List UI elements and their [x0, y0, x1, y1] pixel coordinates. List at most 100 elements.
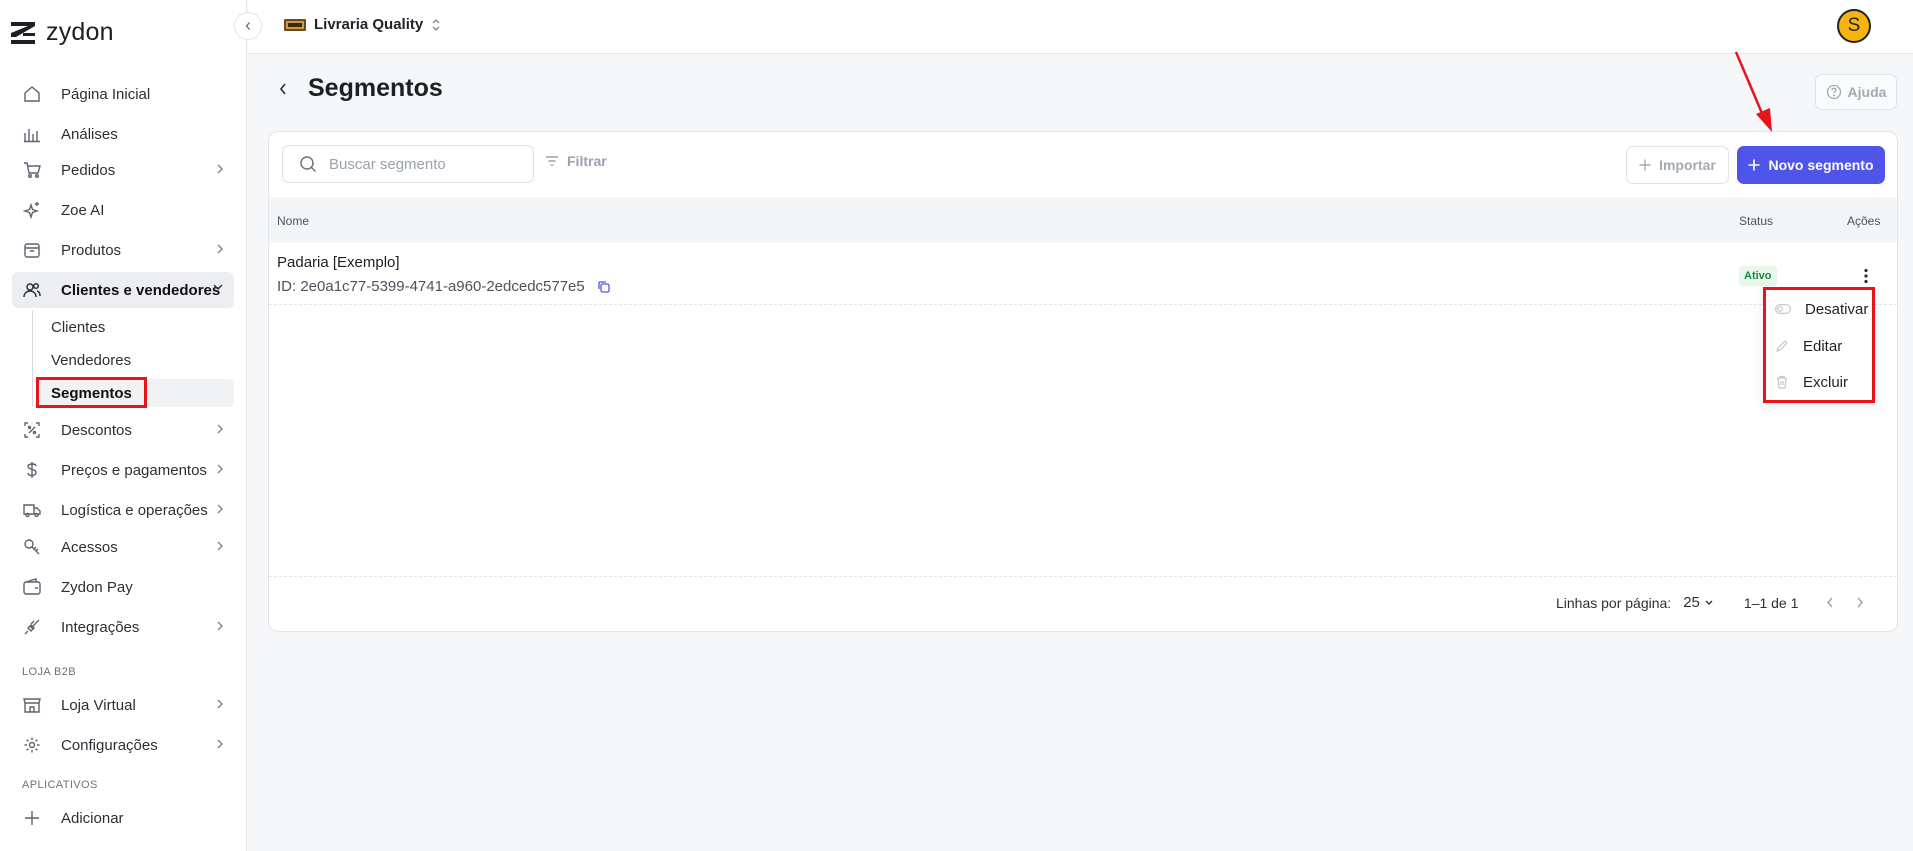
sidebar-item-label: Integrações: [61, 618, 140, 636]
search-input[interactable]: [329, 155, 519, 173]
chevron-left-icon: [245, 22, 250, 30]
sidebar-item-label: Configurações: [61, 736, 158, 754]
sidebar-item-clientes-e-vendedores[interactable]: Clientes e vendedores: [12, 272, 234, 308]
previous-page-button[interactable]: [1826, 596, 1834, 609]
chart-bars-icon: [22, 124, 42, 144]
sidebar-subitem-vendedores[interactable]: Vendedores: [36, 346, 234, 374]
wallet-icon: [22, 577, 42, 597]
section-label-loja-b2b: LOJA B2B: [22, 666, 76, 678]
collapse-sidebar-button[interactable]: [234, 12, 262, 40]
chevron-right-icon: [216, 540, 224, 552]
sidebar-item-adicionar[interactable]: Adicionar: [12, 800, 234, 836]
sidebar-item-pagina-inicial[interactable]: Página Inicial: [12, 76, 234, 112]
sidebar-item-configuracoes[interactable]: Configurações: [12, 727, 234, 763]
truck-icon: [22, 500, 42, 520]
chevron-right-icon: [1857, 597, 1864, 608]
sidebar-item-zydon-pay[interactable]: Zydon Pay: [12, 569, 234, 605]
row-actions-button[interactable]: [1859, 266, 1873, 286]
search-icon: [300, 156, 317, 173]
chevron-right-icon: [216, 698, 224, 710]
submenu-guide-line: [32, 310, 33, 406]
row-actions-menu: Desativar Editar Excluir: [1763, 287, 1875, 403]
column-header-actions: Ações: [1847, 214, 1881, 228]
sidebar-item-analises[interactable]: Análises: [12, 116, 234, 152]
pagination: Linhas por página: 25 1–1 de 1: [1556, 594, 1864, 611]
sidebar-item-precos-e-pagamentos[interactable]: Preços e pagamentos: [12, 452, 234, 488]
segment-id: ID: 2e0a1c77-5399-4741-a960-2edcedc577e5: [277, 278, 585, 295]
sidebar-item-produtos[interactable]: Produtos: [12, 232, 234, 268]
plus-icon: [1639, 159, 1651, 171]
sidebar-item-label: Adicionar: [61, 809, 124, 827]
app-name: zydon: [46, 18, 114, 46]
sidebar: zydon Página Inicial Análises Pedidos Zo…: [0, 0, 247, 851]
menu-item-editar[interactable]: Editar: [1775, 333, 1842, 359]
store-selector[interactable]: Livraria Quality: [284, 16, 441, 33]
segments-card: Filtrar Importar Novo segmento Nome Stat…: [268, 131, 1898, 632]
chevron-right-icon: [216, 463, 224, 475]
zydon-logo-icon: [11, 21, 35, 44]
sidebar-item-acessos[interactable]: Acessos: [12, 529, 234, 565]
box-icon: [22, 240, 42, 260]
avatar-initial: S: [1847, 15, 1861, 36]
status-badge: Ativo: [1739, 266, 1777, 286]
sidebar-item-label: Descontos: [61, 421, 132, 439]
table-row[interactable]: Padaria [Exemplo] ID: 2e0a1c77-5399-4741…: [269, 243, 1897, 305]
menu-item-label: Editar: [1803, 337, 1843, 355]
sidebar-item-label: Preços e pagamentos: [61, 461, 207, 479]
sidebar-subitem-label: Clientes: [51, 318, 106, 336]
rows-per-page-label: Linhas por página:: [1556, 594, 1672, 611]
back-button[interactable]: [278, 82, 288, 96]
rows-per-page-select[interactable]: 25: [1683, 594, 1714, 611]
column-header-status[interactable]: Status: [1739, 214, 1773, 228]
chevron-right-icon: [216, 738, 224, 750]
plus-icon: [1748, 159, 1760, 171]
segment-name: Padaria [Exemplo]: [277, 254, 400, 271]
store-logo-icon: [284, 18, 306, 31]
menu-item-excluir[interactable]: Excluir: [1775, 369, 1848, 395]
table-header: Nome Status Ações: [269, 197, 1897, 243]
sidebar-item-integracoes[interactable]: Integrações: [12, 609, 234, 645]
sidebar-item-pedidos[interactable]: Pedidos: [12, 152, 234, 188]
page-header: Segmentos: [278, 74, 443, 103]
key-icon: [22, 537, 42, 557]
users-icon: [22, 280, 42, 300]
menu-item-label: Desativar: [1805, 300, 1869, 318]
sidebar-item-descontos[interactable]: Descontos: [12, 412, 234, 448]
search-box[interactable]: [282, 145, 534, 183]
more-vertical-icon: [1864, 268, 1868, 284]
zydon-logo[interactable]: zydon: [10, 18, 114, 47]
sidebar-item-label: Produtos: [61, 241, 122, 259]
sidebar-item-logistica-e-operacoes[interactable]: Logística e operações: [12, 492, 234, 528]
next-page-button[interactable]: [1856, 596, 1864, 609]
filter-label: Filtrar: [567, 153, 607, 169]
chevron-left-icon: [279, 83, 286, 94]
section-label-aplicativos: APLICATIVOS: [22, 779, 98, 791]
filter-icon: [546, 156, 558, 166]
toggle-icon: [1775, 304, 1791, 314]
chevron-left-icon: [1827, 597, 1833, 608]
annotation-arrow: [1734, 51, 1772, 132]
new-segment-button[interactable]: Novo segmento: [1737, 146, 1885, 184]
sidebar-item-zoe-ai[interactable]: Zoe AI: [12, 192, 234, 228]
copy-icon[interactable]: [597, 280, 611, 294]
help-button[interactable]: Ajuda: [1815, 74, 1897, 110]
segment-id-wrap: ID: 2e0a1c77-5399-4741-a960-2edcedc577e5: [277, 278, 611, 295]
discount-icon: [22, 420, 42, 440]
filter-button[interactable]: Filtrar: [545, 153, 607, 169]
chevron-right-icon: [216, 620, 224, 632]
sidebar-item-loja-virtual[interactable]: Loja Virtual: [12, 687, 234, 723]
chevron-down-icon: [1705, 600, 1713, 605]
chevron-right-icon: [216, 503, 224, 515]
sidebar-subitem-clientes[interactable]: Clientes: [36, 313, 234, 341]
import-button[interactable]: Importar: [1626, 146, 1729, 184]
sparkles-icon: [22, 200, 42, 220]
plus-icon: [22, 808, 42, 828]
menu-item-desativar[interactable]: Desativar: [1775, 296, 1868, 322]
avatar[interactable]: S: [1837, 9, 1871, 43]
column-header-name[interactable]: Nome: [277, 214, 309, 228]
sidebar-item-label: Clientes e vendedores: [61, 281, 221, 299]
sidebar-item-label: Logística e operações: [61, 501, 208, 519]
chevron-right-icon: [216, 163, 224, 175]
rows-per-page-value: 25: [1683, 594, 1700, 611]
annotation-highlight-box: [36, 377, 147, 408]
